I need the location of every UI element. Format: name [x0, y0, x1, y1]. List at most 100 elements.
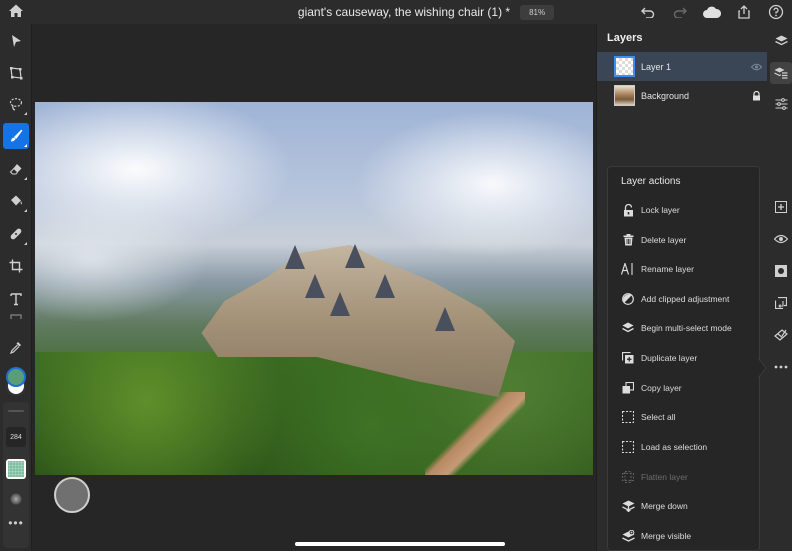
copy-layer-item[interactable]: Copy layer [608, 374, 759, 402]
merge-down-icon [621, 499, 635, 513]
submenu-indicator [24, 209, 27, 212]
right-icon-rail [767, 24, 792, 551]
menu-item-label: Begin multi-select mode [641, 323, 732, 333]
share-icon[interactable] [728, 0, 760, 24]
crop-icon [9, 259, 23, 273]
menu-item-label: Duplicate layer [641, 353, 698, 363]
arrow-pointer-icon [12, 35, 21, 47]
trash-icon [621, 233, 635, 247]
mask-icon[interactable] [770, 260, 792, 282]
popover-arrow [758, 358, 767, 378]
layers-panel-title: Layers [607, 32, 643, 44]
lock-layer-item[interactable]: Lock layer [608, 196, 759, 224]
brush-size[interactable]: 284 [6, 427, 26, 447]
menu-item-label: Merge visible [641, 531, 692, 541]
zoom-level[interactable]: 81% [520, 4, 555, 20]
menu-item-label: Merge down [641, 501, 688, 511]
submenu-indicator [24, 112, 27, 115]
rename-layer-item[interactable]: Rename layer [608, 255, 759, 283]
merge-down-item[interactable]: Merge down [608, 492, 759, 520]
menu-item-label: Lock layer [641, 205, 680, 215]
merge-visible-icon [621, 529, 635, 543]
duplicate-icon [621, 351, 635, 365]
submenu-indicator [24, 177, 27, 180]
more-icon[interactable] [770, 356, 792, 378]
select-all-item[interactable]: Select all [608, 403, 759, 431]
menu-item-label: Select all [641, 412, 676, 422]
layer-actions-popover: Layer actions Lock layer Delete layer Re… [607, 166, 760, 551]
layer-properties-icon[interactable] [770, 62, 792, 84]
document-title[interactable]: giant's causeway, the wishing chair (1) … [298, 5, 510, 19]
brush-settings-tray: 284 ••• [3, 402, 29, 548]
menu-item-label: Load as selection [641, 442, 708, 452]
home-icon[interactable] [8, 3, 24, 19]
bandage-icon [10, 228, 22, 240]
adjustments-icon[interactable] [770, 93, 792, 115]
layer-thumbnail [614, 85, 635, 106]
layer-thumbnail [614, 56, 635, 77]
touch-modifier-button[interactable] [54, 477, 90, 513]
lasso-tool[interactable] [3, 91, 29, 117]
merge-visible-item[interactable]: Merge visible [608, 522, 759, 550]
home-indicator[interactable] [295, 542, 505, 546]
flatten-icon [621, 470, 635, 484]
add-layer-icon[interactable] [770, 196, 792, 218]
marquee-icon [621, 440, 635, 454]
move-tool[interactable] [3, 28, 29, 54]
layer-row-background[interactable]: Background [597, 81, 768, 110]
canvas-area[interactable] [33, 24, 596, 551]
layer-name: Background [641, 90, 690, 101]
layers-stack-icon [621, 321, 635, 335]
cloud-icon[interactable] [696, 0, 728, 24]
copy-icon [621, 381, 635, 395]
redo-icon[interactable] [664, 0, 696, 24]
eyedropper-icon [9, 342, 21, 354]
eyedropper-tool[interactable] [3, 334, 29, 360]
transform-tool[interactable] [3, 60, 29, 86]
fill-tool[interactable] [3, 188, 29, 214]
submenu-indicator [24, 144, 27, 147]
tray-handle[interactable] [8, 410, 24, 412]
delete-layer-item[interactable]: Delete layer [608, 226, 759, 254]
more-options-icon[interactable]: ••• [7, 517, 25, 529]
eye-icon[interactable] [750, 61, 762, 73]
layer-row-layer-1[interactable]: Layer 1 [597, 52, 768, 81]
rename-icon [621, 262, 635, 276]
submenu-indicator [24, 242, 27, 245]
brush-tool[interactable] [3, 123, 29, 149]
eraser-icon [9, 164, 22, 175]
photoshop-app: giant's causeway, the wishing chair (1) … [0, 0, 792, 551]
brush-texture-swatch[interactable] [6, 459, 26, 479]
canvas-image[interactable] [35, 102, 593, 475]
lock-icon[interactable] [750, 90, 762, 102]
visibility-icon[interactable] [770, 228, 792, 250]
healing-tool[interactable] [3, 221, 29, 247]
begin-multi-select-item[interactable]: Begin multi-select mode [608, 314, 759, 342]
load-as-selection-item[interactable]: Load as selection [608, 433, 759, 461]
undo-icon[interactable] [632, 0, 664, 24]
layers-icon[interactable] [770, 30, 792, 52]
flatten-layer-item: Flatten layer [608, 463, 759, 491]
menu-item-label: Copy layer [641, 383, 682, 393]
clear-icon[interactable] [770, 324, 792, 346]
top-bar: giant's causeway, the wishing chair (1) … [0, 0, 792, 24]
add-clipped-adjustment-item[interactable]: Add clipped adjustment [608, 285, 759, 313]
duplicate-layer-item[interactable]: Duplicate layer [608, 344, 759, 372]
foreground-color-swatch[interactable] [6, 367, 26, 387]
brush-softness-icon[interactable] [10, 493, 22, 505]
lock-open-icon [621, 203, 635, 217]
lasso-icon [9, 98, 23, 111]
eraser-tool[interactable] [3, 156, 29, 182]
crop-tool[interactable] [3, 253, 29, 279]
help-icon[interactable] [760, 0, 792, 24]
marquee-icon [621, 410, 635, 424]
hidden-tool[interactable] [3, 311, 29, 319]
menu-item-label: Add clipped adjustment [641, 294, 730, 304]
transform-icon [10, 67, 23, 80]
paint-bucket-icon [11, 195, 22, 206]
layer-actions-title: Layer actions [621, 176, 681, 187]
type-tool[interactable] [3, 286, 29, 312]
import-icon[interactable] [770, 292, 792, 314]
left-toolbar: 284 ••• [0, 24, 32, 551]
photo-road [425, 392, 525, 475]
